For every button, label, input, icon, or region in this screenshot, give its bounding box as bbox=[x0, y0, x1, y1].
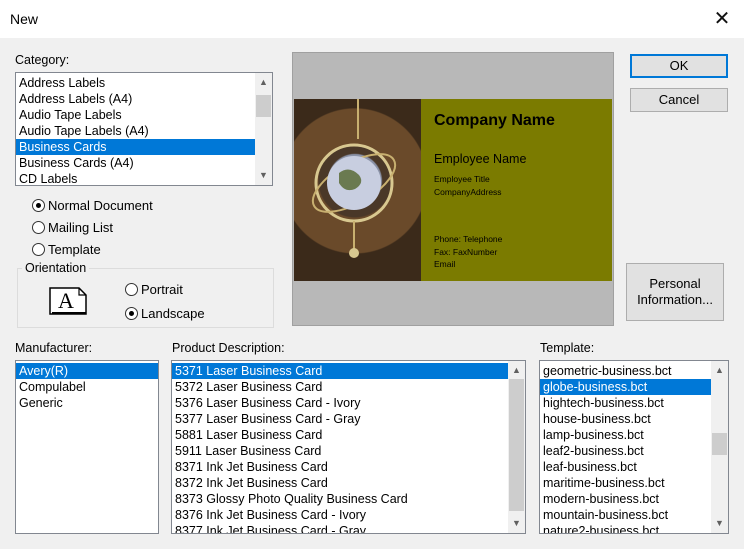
radio-button[interactable] bbox=[32, 243, 45, 257]
radio-template[interactable]: Template bbox=[32, 241, 101, 257]
dialog-title: New bbox=[10, 11, 39, 27]
scroll-up-icon[interactable]: ▲ bbox=[255, 74, 272, 91]
template-item[interactable]: leaf-business.bct bbox=[540, 459, 728, 475]
card-employee-title: Employee Title bbox=[434, 174, 490, 184]
template-scrollbar[interactable]: ▲ ▼ bbox=[711, 361, 728, 533]
card-fax: Fax: FaxNumber bbox=[434, 247, 498, 257]
product-item[interactable]: 5376 Laser Business Card - Ivory bbox=[172, 395, 525, 411]
card-phone: Phone: Telephone bbox=[434, 234, 503, 244]
radio-button[interactable] bbox=[32, 199, 45, 213]
manufacturer-label: Manufacturer: bbox=[15, 341, 93, 355]
radio-label: Normal Document bbox=[48, 198, 153, 214]
category-item[interactable]: Audio Tape Labels bbox=[16, 107, 272, 123]
manufacturer-item[interactable]: Generic bbox=[16, 395, 158, 411]
scroll-up-icon[interactable]: ▲ bbox=[711, 362, 728, 379]
template-item[interactable]: maritime-business.bct bbox=[540, 475, 728, 491]
manufacturer-item[interactable]: Compulabel bbox=[16, 379, 158, 395]
category-scrollbar[interactable]: ▲ ▼ bbox=[255, 73, 272, 185]
card-email: Email bbox=[434, 259, 456, 269]
category-item[interactable]: CD Labels bbox=[16, 171, 272, 185]
radio-mailing-list[interactable]: Mailing List bbox=[32, 219, 113, 235]
category-item[interactable]: Business Cards (A4) bbox=[16, 155, 272, 171]
radio-button[interactable] bbox=[125, 307, 138, 321]
product-item[interactable]: 5881 Laser Business Card bbox=[172, 427, 525, 443]
scroll-up-icon[interactable]: ▲ bbox=[508, 362, 525, 379]
radio-button[interactable] bbox=[32, 221, 45, 235]
personal-information-button[interactable]: Personal Information... bbox=[626, 263, 724, 321]
orientation-label: Orientation bbox=[22, 261, 90, 275]
product-scrollbar[interactable]: ▲ ▼ bbox=[508, 361, 525, 533]
product-item[interactable]: 5377 Laser Business Card - Gray bbox=[172, 411, 525, 427]
cancel-button[interactable]: Cancel bbox=[630, 88, 728, 112]
orientation-glyph: A bbox=[58, 288, 74, 313]
product-item[interactable]: 8371 Ink Jet Business Card bbox=[172, 459, 525, 475]
radio-button[interactable] bbox=[125, 283, 138, 297]
radio-portrait[interactable]: Portrait bbox=[125, 281, 183, 297]
category-item[interactable]: Address Labels bbox=[16, 75, 272, 91]
category-list[interactable]: Address Labels Address Labels (A4) Audio T… bbox=[15, 72, 273, 186]
scroll-down-icon[interactable]: ▼ bbox=[255, 167, 272, 184]
scroll-down-icon[interactable]: ▼ bbox=[508, 515, 525, 532]
template-label: Template: bbox=[540, 341, 595, 355]
template-item[interactable]: house-business.bct bbox=[540, 411, 728, 427]
scroll-thumb[interactable] bbox=[509, 379, 524, 511]
close-icon[interactable]: ✕ bbox=[708, 6, 736, 32]
manufacturer-item[interactable]: Avery(R) bbox=[16, 363, 158, 379]
radio-normal-document[interactable]: Normal Document bbox=[32, 197, 153, 213]
template-item[interactable]: lamp-business.bct bbox=[540, 427, 728, 443]
scroll-down-icon[interactable]: ▼ bbox=[711, 515, 728, 532]
template-item[interactable]: globe-business.bct bbox=[540, 379, 728, 395]
radio-landscape[interactable]: Landscape bbox=[125, 305, 205, 321]
product-item[interactable]: 8377 Ink Jet Business Card - Gray bbox=[172, 523, 525, 533]
product-item[interactable]: 5911 Laser Business Card bbox=[172, 443, 525, 459]
product-description-list[interactable]: 5371 Laser Business Card 5372 Laser Busin… bbox=[171, 360, 526, 534]
page-orientation-icon: A bbox=[49, 287, 87, 315]
product-item[interactable]: 5371 Laser Business Card bbox=[172, 363, 525, 379]
template-item[interactable]: leaf2-business.bct bbox=[540, 443, 728, 459]
category-item[interactable]: Business Cards bbox=[16, 139, 272, 155]
template-item[interactable]: geometric-business.bct bbox=[540, 363, 728, 379]
card-address: CompanyAddress bbox=[434, 187, 502, 197]
manufacturer-list[interactable]: Avery(R) Compulabel Generic bbox=[15, 360, 159, 534]
template-item[interactable]: mountain-business.bct bbox=[540, 507, 728, 523]
category-item[interactable]: Address Labels (A4) bbox=[16, 91, 272, 107]
title-bar bbox=[0, 0, 744, 38]
product-item[interactable]: 8372 Ink Jet Business Card bbox=[172, 475, 525, 491]
radio-label: Mailing List bbox=[48, 220, 114, 236]
template-item[interactable]: hightech-business.bct bbox=[540, 395, 728, 411]
category-label: Category: bbox=[15, 53, 70, 67]
product-item[interactable]: 8373 Glossy Photo Quality Business Card bbox=[172, 491, 525, 507]
template-item[interactable]: nature2-business.bct bbox=[540, 523, 728, 533]
globe-photo bbox=[294, 99, 421, 281]
scroll-thumb[interactable] bbox=[256, 95, 271, 117]
category-item[interactable]: Audio Tape Labels (A4) bbox=[16, 123, 272, 139]
template-list[interactable]: geometric-business.bct globe-business.bct… bbox=[539, 360, 729, 534]
radio-label: Portrait bbox=[141, 282, 183, 298]
ok-button[interactable]: OK bbox=[630, 54, 728, 78]
product-item[interactable]: 5372 Laser Business Card bbox=[172, 379, 525, 395]
product-item[interactable]: 8376 Ink Jet Business Card - Ivory bbox=[172, 507, 525, 523]
card-employee-name: Employee Name bbox=[434, 152, 527, 166]
product-description-label: Product Description: bbox=[172, 341, 285, 355]
radio-label: Landscape bbox=[141, 306, 205, 322]
template-item[interactable]: modern-business.bct bbox=[540, 491, 728, 507]
card-company-name: Company Name bbox=[434, 112, 555, 129]
scroll-thumb[interactable] bbox=[712, 433, 727, 455]
radio-label: Template bbox=[48, 242, 101, 258]
